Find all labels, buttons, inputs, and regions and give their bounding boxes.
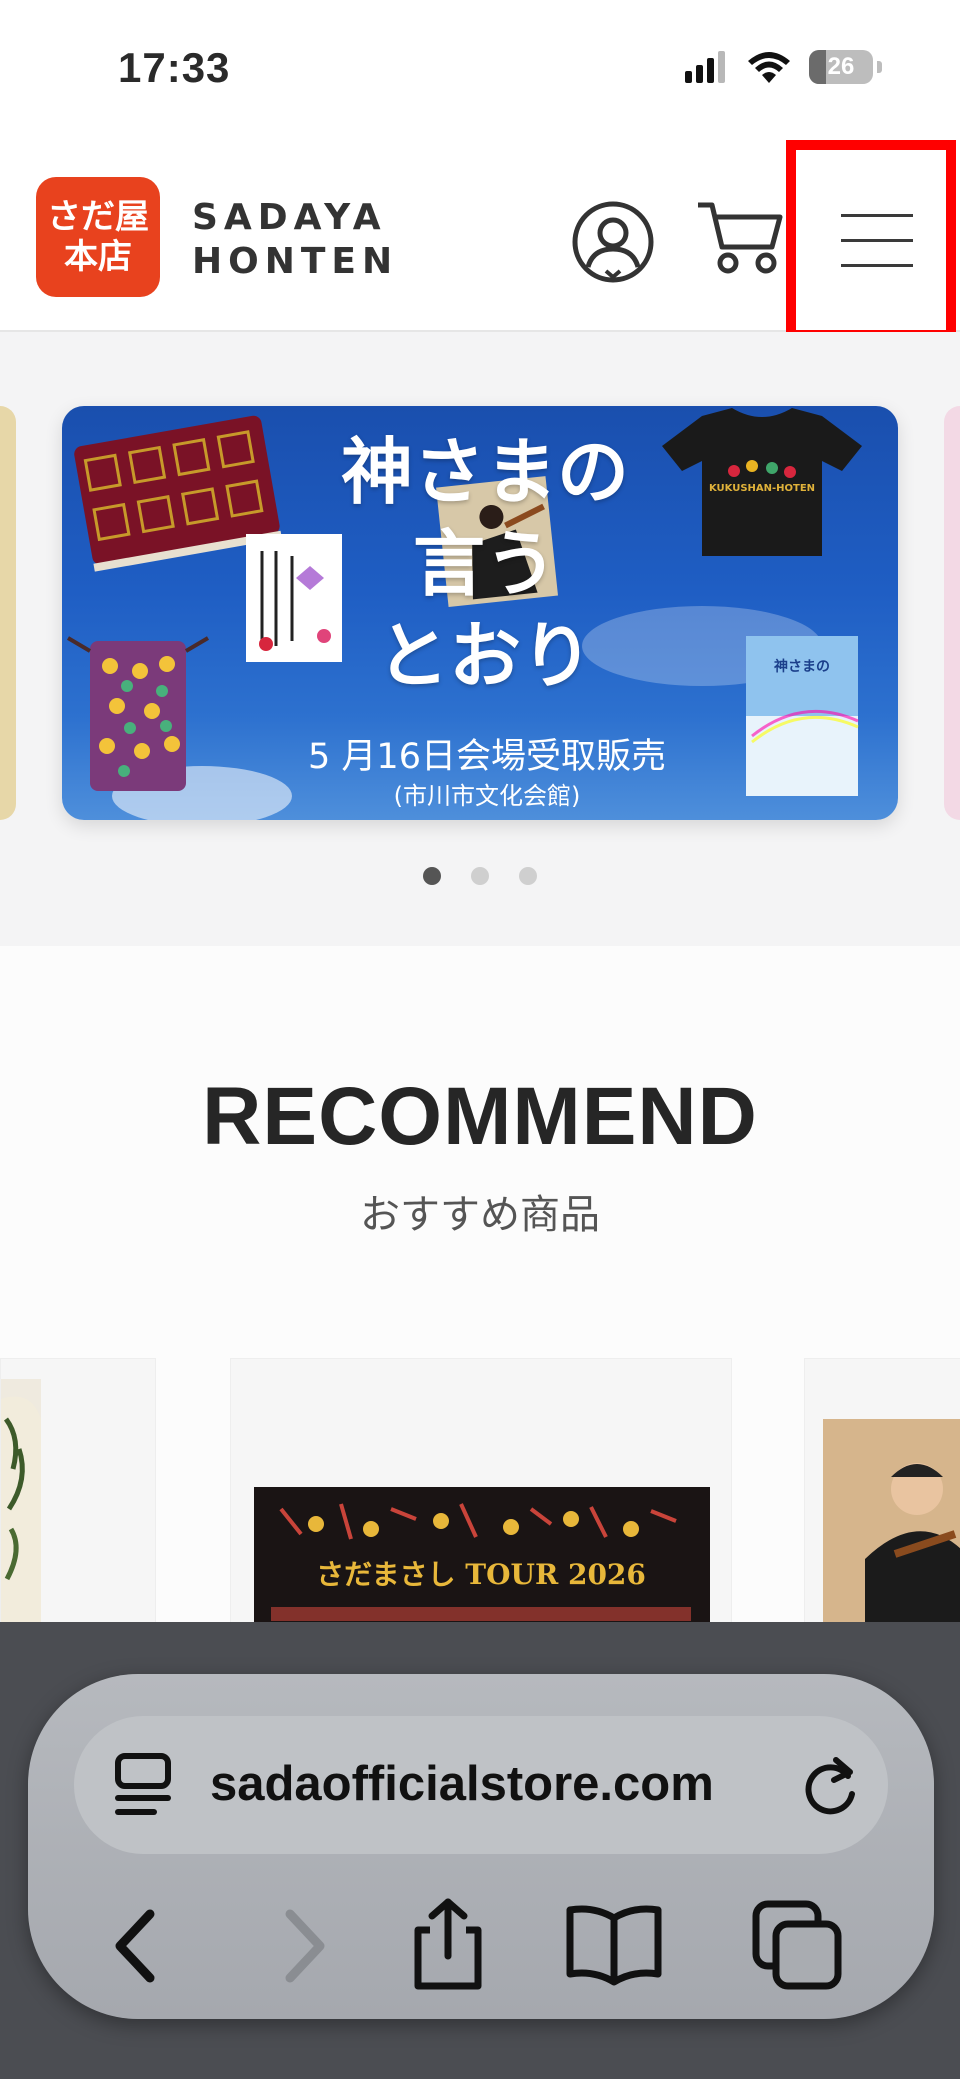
logo-mark[interactable]: さだ屋 本店 (36, 177, 160, 297)
address-bar[interactable]: sadaofficialstore.com (74, 1716, 888, 1854)
url-text: sadaofficialstore.com (210, 1757, 714, 1811)
menu-icon-bar-middle (841, 239, 913, 242)
page-menu-icon[interactable] (114, 1752, 174, 1818)
logo-mark-line2: 本店 (64, 237, 132, 277)
status-time: 17:33 (118, 44, 231, 91)
next-slide-peek[interactable] (944, 406, 960, 820)
tabs-icon[interactable] (752, 1900, 844, 1992)
status-bar: 17:33 26 (0, 0, 960, 140)
banner-sub-caption: (市川市文化会館) (393, 782, 581, 810)
product-card[interactable]: さだまさし TOUR 2026 (230, 1358, 732, 1660)
cellular-signal-icon (685, 51, 725, 83)
hero-banner[interactable]: KUKUSHAN-HOTEN 神さまの 神さまの 言う とおり 5 月16日会場… (62, 406, 898, 820)
browser-toolbar-pill: sadaofficialstore.com (28, 1674, 934, 2019)
banner-title: 神さまの 言う とおり (320, 426, 650, 702)
section-subtitle: おすすめ商品 (360, 1192, 600, 1238)
section-title: RECOMMEND (202, 1071, 758, 1162)
forward-icon (285, 1909, 325, 1983)
share-icon[interactable] (408, 1896, 488, 1992)
battery-level: 26 (827, 53, 855, 80)
account-icon[interactable] (568, 197, 658, 287)
carousel-dot-1[interactable] (423, 867, 441, 885)
battery-icon: 26 (809, 50, 873, 84)
carousel-dot-3[interactable] (519, 867, 537, 885)
product-image (823, 1419, 960, 1659)
product-image (1, 1379, 41, 1659)
reload-icon[interactable] (802, 1752, 862, 1818)
banner-title-line3: とおり (376, 613, 593, 698)
logo-mark-line1: さだ屋 (47, 197, 149, 237)
hero-carousel: KUKUSHAN-HOTEN 神さまの 神さまの 言う とおり 5 月16日会場… (0, 332, 960, 946)
logo-text[interactable]: SADAYA HONTEN (192, 196, 398, 284)
carousel-dots (0, 867, 960, 885)
site-header: さだ屋 本店 SADAYA HONTEN (0, 140, 960, 340)
menu-icon-bar-top (841, 214, 913, 217)
logo-text-line2: HONTEN (192, 241, 399, 282)
back-icon[interactable] (106, 1906, 166, 1986)
tshirt-print-text: KUKUSHAN-HOTEN (709, 483, 815, 494)
status-icons: 26 (685, 50, 882, 84)
product-image-text: さだまさし TOUR 2026 (316, 1558, 646, 1591)
banner-caption: 5 月16日会場受取販売 (308, 737, 666, 777)
banner-title-line1: 神さまの (340, 429, 629, 514)
bookmarks-icon[interactable] (564, 1902, 664, 1986)
hamburger-menu-button[interactable] (786, 140, 956, 340)
wifi-icon (748, 52, 790, 83)
battery-tip (877, 61, 882, 73)
logo-text-line1: SADAYA (192, 197, 387, 238)
product-card[interactable] (804, 1358, 960, 1660)
cart-icon[interactable] (694, 197, 786, 277)
banner-title-line2: 言う (412, 521, 557, 606)
previous-slide-peek[interactable] (0, 406, 16, 820)
browser-toolbar: sadaofficialstore.com (0, 1622, 960, 2079)
product-card[interactable] (0, 1358, 156, 1660)
product-image: さだまさし TOUR 2026 (254, 1487, 710, 1659)
svg-text:神さまの: 神さまの (774, 658, 830, 675)
menu-icon-bar-bottom (841, 264, 913, 267)
recommend-section: RECOMMEND おすすめ商品 さだまさし TOUR 2026 (0, 946, 960, 1660)
carousel-dot-2[interactable] (471, 867, 489, 885)
